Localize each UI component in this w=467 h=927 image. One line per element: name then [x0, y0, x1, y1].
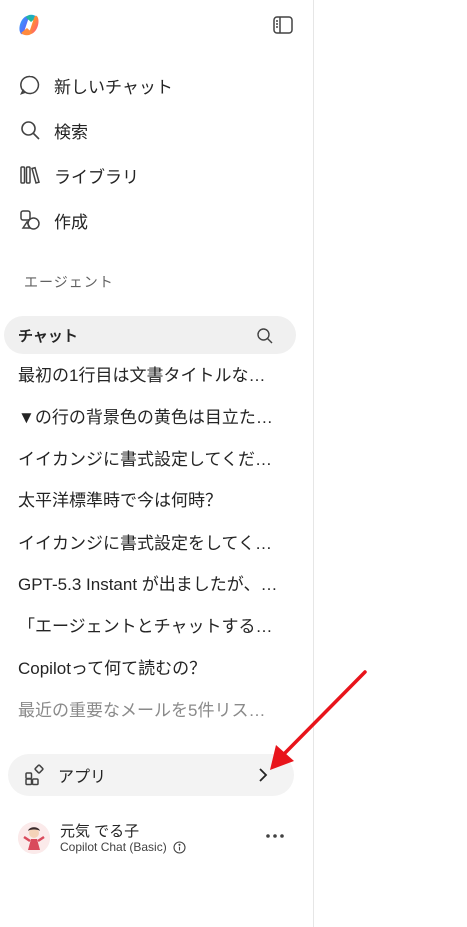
sidebar-toggle-icon[interactable] [272, 14, 294, 36]
more-icon[interactable] [264, 826, 286, 846]
chat-list-item[interactable]: Copilotって何て読むの？ [18, 658, 280, 680]
library-icon [18, 163, 42, 187]
apps-label: アプリ [58, 769, 107, 786]
chat-list-item[interactable]: 最初の1行目は文書タイトルな… [18, 365, 280, 387]
chat-list-item[interactable]: GPT-5.3 Instant が出ましたが、… [18, 574, 280, 596]
chat-list-item[interactable]: イイカンジに書式設定をしてく… [18, 533, 280, 555]
avatar [18, 822, 50, 854]
user-plan-label: Copilot Chat (Basic) [60, 840, 167, 854]
sidebar: 新しいチャット 検索 ライブラリ 作成 エージェント チャット 最初の1行目は文… [0, 0, 314, 927]
user-name: 元気 でる子 [60, 823, 140, 840]
nav-search[interactable]: 検索 [18, 115, 88, 145]
create-icon [18, 208, 42, 232]
chat-bubble-icon [18, 73, 42, 97]
user-plan: Copilot Chat (Basic) [60, 840, 186, 854]
chat-list-item[interactable]: ▼の行の背景色の黄色は目立た… [18, 407, 280, 429]
apps-grid-icon [24, 764, 46, 786]
chat-section-label: チャット [18, 327, 78, 345]
nav-create-label: 作成 [54, 212, 88, 232]
apps-button[interactable]: アプリ [8, 754, 294, 796]
main-content [314, 0, 467, 927]
agents-section-label: エージェント [24, 274, 114, 290]
chat-list-item[interactable]: 「エージェントとチャットする… [18, 616, 280, 638]
chat-search-icon[interactable] [256, 327, 274, 345]
chat-section-header[interactable]: チャット [4, 316, 296, 354]
search-icon [18, 118, 42, 142]
chat-list-item[interactable]: 最近の重要なメールを5件リス… [18, 700, 280, 722]
nav-search-label: 検索 [54, 122, 88, 142]
chat-list-item[interactable]: 太平洋標準時で今は何時？ [18, 490, 280, 512]
copilot-logo[interactable] [16, 12, 42, 38]
user-profile[interactable]: 元気 でる子 Copilot Chat (Basic) [18, 818, 298, 862]
nav-library-label: ライブラリ [54, 167, 139, 187]
nav-new-chat-label: 新しいチャット [54, 77, 173, 97]
nav-library[interactable]: ライブラリ [18, 160, 139, 190]
info-icon[interactable] [173, 840, 186, 854]
chevron-right-icon [254, 765, 272, 785]
chat-list-item[interactable]: イイカンジに書式設定してくだ… [18, 449, 280, 471]
nav-create[interactable]: 作成 [18, 205, 88, 235]
nav-new-chat[interactable]: 新しいチャット [18, 70, 173, 100]
